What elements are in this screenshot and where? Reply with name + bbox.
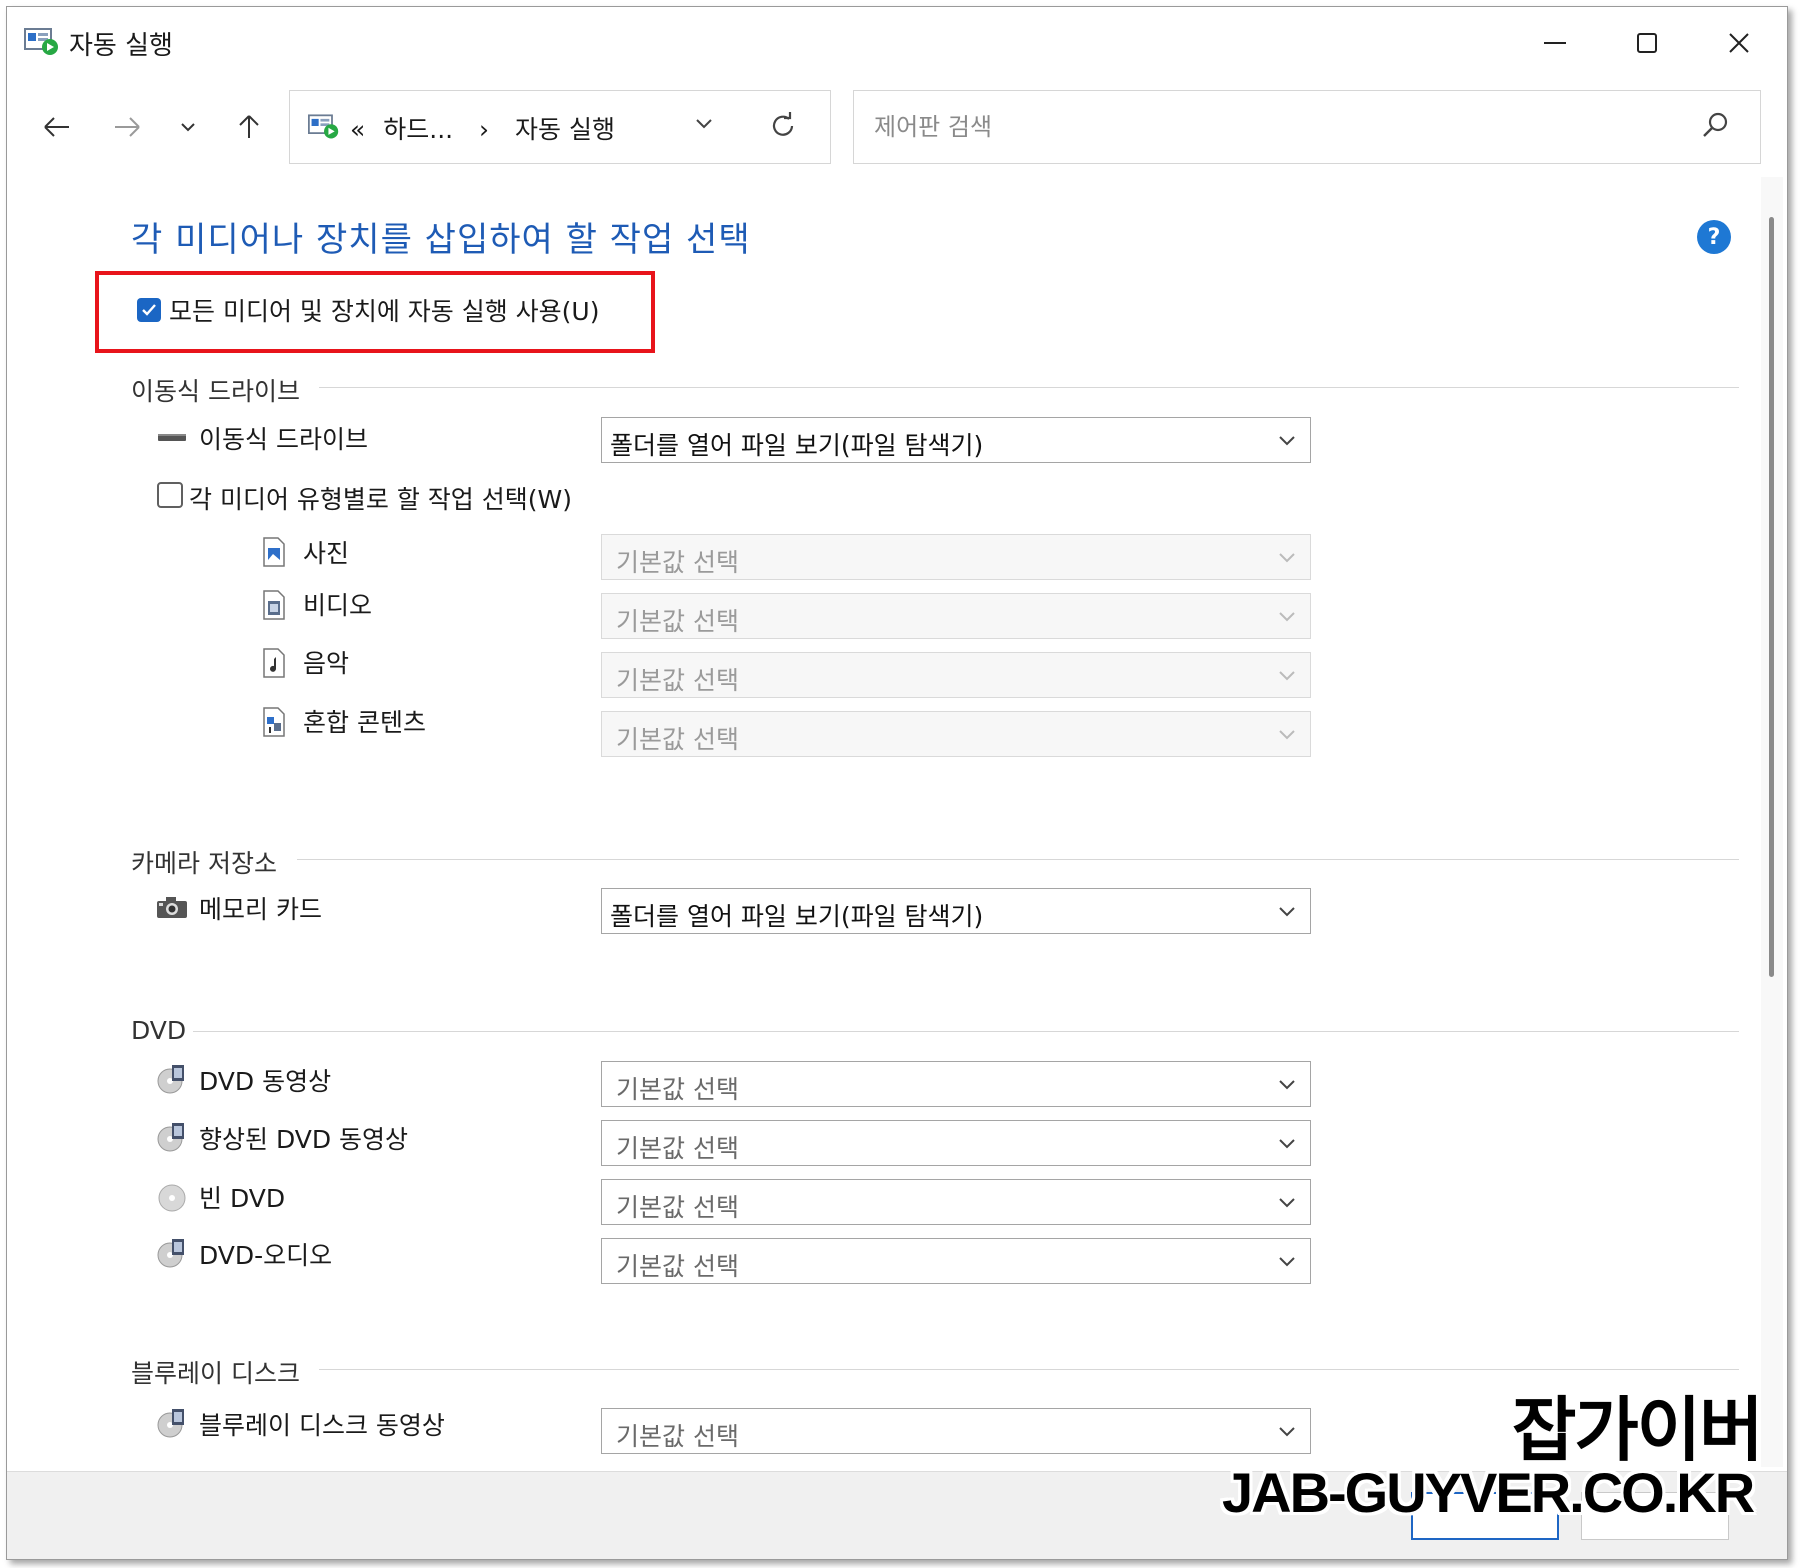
chevron-down-icon (1278, 1253, 1296, 1272)
media-type-label-music: 음악 (303, 649, 350, 678)
dvd-movie-icon (155, 1122, 189, 1152)
media-type-label-video: 비디오 (303, 591, 373, 620)
use-autoplay-checkbox[interactable] (137, 298, 161, 322)
mixed-content-action-select[interactable]: 기본값 선택 (601, 711, 1311, 757)
breadcrumb: « 하드... › 자동 실행 (350, 110, 625, 146)
watermark-url: JAB-GUYVER.CO.KR (1222, 1461, 1755, 1524)
camera-icon (155, 892, 189, 922)
dvd-audio-action-select[interactable]: 기본값 선택 (601, 1238, 1311, 1284)
title-bar: 자동 실행 (7, 7, 1787, 77)
search-input[interactable] (872, 109, 1676, 145)
per-media-type-label[interactable]: 각 미디어 유형별로 할 작업 선택(W) (189, 480, 572, 516)
bluray-movie-icon (155, 1408, 189, 1438)
up-button[interactable] (229, 103, 269, 151)
chevron-down-icon (1278, 1194, 1296, 1213)
minimize-button[interactable] (1515, 15, 1595, 71)
breadcrumb-item-hardware[interactable]: 하드... (383, 115, 453, 144)
breadcrumb-overflow[interactable]: « (350, 115, 365, 144)
chevron-down-icon[interactable] (695, 115, 713, 134)
section-removable-drive: 이동식 드라이브 (131, 377, 300, 406)
section-divider (193, 1031, 1739, 1032)
section-camera-storage: 카메라 저장소 (131, 849, 277, 878)
breadcrumb-separator[interactable]: › (479, 115, 489, 144)
section-bluray: 블루레이 디스크 (131, 1359, 300, 1388)
back-button[interactable] (35, 103, 79, 151)
chevron-down-icon (1278, 432, 1296, 451)
chevron-down-icon (1278, 549, 1296, 568)
blank-dvd-action-select[interactable]: 기본값 선택 (601, 1179, 1311, 1225)
memory-card-label: 메모리 카드 (199, 895, 322, 924)
photo-action-select[interactable]: 기본값 선택 (601, 534, 1311, 580)
chevron-down-icon (1278, 1423, 1296, 1442)
vertical-scrollbar[interactable] (1761, 177, 1783, 1467)
scrollbar-thumb[interactable] (1769, 217, 1774, 977)
breadcrumb-item-autoplay[interactable]: 자동 실행 (515, 115, 615, 144)
chevron-down-icon (1278, 726, 1296, 745)
help-icon[interactable]: ? (1697, 220, 1731, 254)
autoplay-icon (24, 25, 60, 57)
content-area: 각 미디어나 장치를 삽입하여 할 작업 선택 ? 모든 미디어 및 장치에 자… (7, 182, 1755, 1472)
section-divider (297, 859, 1739, 860)
picture-file-icon (257, 537, 291, 567)
removable-drive-label: 이동식 드라이브 (199, 425, 368, 454)
address-bar[interactable]: « 하드... › 자동 실행 (289, 90, 831, 164)
close-button[interactable] (1699, 15, 1779, 71)
bluray-item-label-movie: 블루레이 디스크 동영상 (199, 1411, 445, 1440)
dvd-item-label-enhanced-movie: 향상된 DVD 동영상 (199, 1125, 409, 1154)
chevron-down-icon (1278, 608, 1296, 627)
maximize-button[interactable] (1607, 15, 1687, 71)
removable-drive-select[interactable]: 폴더를 열어 파일 보기(파일 탐색기) (601, 417, 1311, 463)
section-divider (319, 1369, 1739, 1370)
autoplay-window: 자동 실행 « 하드... › 자동 실행 제어판 검색 각 미디어나 장치를 … (6, 6, 1788, 1560)
per-media-type-checkbox[interactable] (157, 482, 183, 508)
page-title: 각 미디어나 장치를 삽입하여 할 작업 선택 (131, 220, 751, 260)
search-icon[interactable] (1702, 111, 1730, 143)
section-divider (319, 387, 1739, 388)
dvd-audio-icon (155, 1238, 189, 1268)
media-type-label-photo: 사진 (303, 539, 350, 568)
music-action-select[interactable]: 기본값 선택 (601, 652, 1311, 698)
use-autoplay-label[interactable]: 모든 미디어 및 장치에 자동 실행 사용(U) (169, 292, 600, 328)
bluray-movie-action-select[interactable]: 기본값 선택 (601, 1408, 1311, 1454)
dvd-item-label-movie: DVD 동영상 (199, 1067, 332, 1096)
media-type-label-mixed: 혼합 콘텐츠 (303, 708, 426, 737)
search-box[interactable] (853, 90, 1761, 164)
autoplay-icon (308, 111, 340, 141)
video-file-icon (257, 590, 291, 620)
recent-locations-button[interactable] (173, 103, 203, 151)
dvd-item-label-blank: 빈 DVD (199, 1184, 286, 1213)
chevron-down-icon (1278, 667, 1296, 686)
chevron-down-icon (1278, 1135, 1296, 1154)
mixed-content-icon (257, 707, 291, 737)
window-title: 자동 실행 (69, 31, 173, 61)
blank-disc-icon (155, 1182, 189, 1212)
music-file-icon (257, 648, 291, 678)
dvd-movie-action-select[interactable]: 기본값 선택 (601, 1061, 1311, 1107)
refresh-icon[interactable] (768, 111, 798, 145)
chevron-down-icon (1278, 1076, 1296, 1095)
enhanced-dvd-movie-action-select[interactable]: 기본값 선택 (601, 1120, 1311, 1166)
removable-drive-icon (155, 422, 189, 452)
dvd-movie-icon (155, 1064, 189, 1094)
memory-card-select[interactable]: 폴더를 열어 파일 보기(파일 탐색기) (601, 888, 1311, 934)
section-dvd: DVD (131, 1016, 187, 1045)
video-action-select[interactable]: 기본값 선택 (601, 593, 1311, 639)
forward-button[interactable] (105, 103, 149, 151)
dvd-item-label-audio: DVD-오디오 (199, 1241, 333, 1270)
chevron-down-icon (1278, 903, 1296, 922)
